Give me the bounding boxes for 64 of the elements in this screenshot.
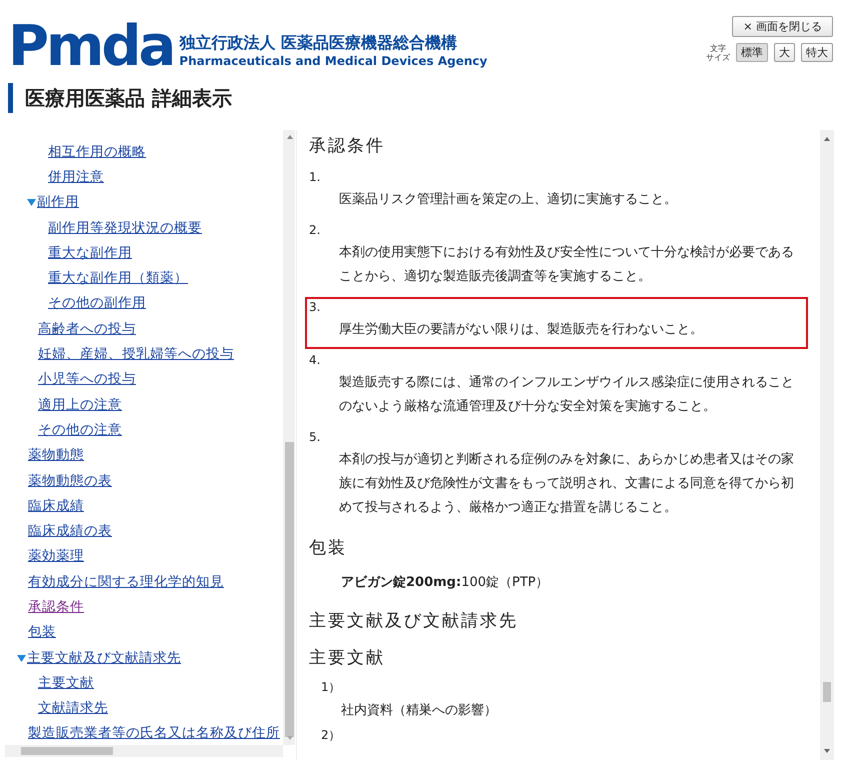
nav-link[interactable]: その他の副作用 xyxy=(48,294,146,312)
condition-text: 厚生労働大臣の要請がない限りは、製造販売を行わないこと。 xyxy=(339,321,704,339)
scrollbar-thumb[interactable] xyxy=(21,747,113,755)
nav-link[interactable]: 妊婦、産婦、授乳婦等への投与 xyxy=(38,345,234,364)
section-heading: 包装 xyxy=(309,537,348,560)
close-screen-button[interactable]: × 画面を閉じる xyxy=(732,16,833,37)
agency-english-name: Pharmaceuticals and Medical Devices Agency xyxy=(179,54,488,68)
section-heading: 主要文献及び文献請求先 xyxy=(309,610,519,633)
condition-text: 本剤の投与が適切と判断される症例のみを対象に、あらかじめ患者又はその家族に有効性及び危険性が文書をもって説明され、文書による同意を得てから初めて投与されるよう、厳格かつ適正な措置を講じること。 xyxy=(339,451,795,517)
font-size-label: サイズ xyxy=(706,52,730,62)
condition-text: 本剤の使用実態下における有効性及び安全性について十分な検討が必要であることから、適切な製造販売後調査等を実施すること。 xyxy=(339,244,795,286)
title-accent-bar xyxy=(8,83,13,113)
nav-link[interactable]: 併用注意 xyxy=(48,168,104,186)
subsection-heading: 主要文献 xyxy=(309,647,386,670)
nav-link[interactable]: 主要文献 xyxy=(38,674,94,692)
packaging-text: アビガン錠200mg:100錠（PTP） xyxy=(341,574,550,591)
nav-link[interactable]: 薬物動態 xyxy=(28,446,84,464)
nav-link[interactable]: 小児等への投与 xyxy=(38,370,136,388)
nav-link[interactable]: 副作用等発現状況の概要 xyxy=(48,218,202,237)
nav-link[interactable]: 文献請求先 xyxy=(38,699,108,718)
nav-link[interactable]: 承認条件 xyxy=(28,598,84,616)
list-number: 1. xyxy=(309,170,322,186)
list-number: 3. xyxy=(309,300,322,316)
logo: Pmda xyxy=(8,18,174,76)
horizontal-scrollbar[interactable] xyxy=(5,745,283,757)
nav-link[interactable]: 薬効薬理 xyxy=(28,547,84,566)
scrollbar[interactable] xyxy=(283,130,295,745)
scrollbar-thumb[interactable] xyxy=(285,442,294,737)
nav-link[interactable]: 重大な副作用 xyxy=(48,244,132,262)
list-number: 1） xyxy=(321,679,342,696)
condition-text: 製造販売する際には、通常のインフルエンザウイルス感染症に使用されることのないよう厳格な流通管理及び十分な安全対策を実施すること。 xyxy=(339,374,795,416)
reference-text: 社内資料（精巣への影響） xyxy=(341,702,498,720)
nav-link[interactable]: 相互作用の概略 xyxy=(48,142,146,161)
scrollbar-thumb[interactable] xyxy=(823,682,831,702)
font-size-button[interactable]: 標準 xyxy=(736,43,768,62)
nav-link[interactable]: 有効成分に関する理化学的知見 xyxy=(28,572,224,591)
nav-link[interactable]: 製造販売業者等の氏名又は名称及び住所 xyxy=(28,724,280,742)
condition-text: 医薬品リスク管理計画を策定の上、適切に実施すること。 xyxy=(339,191,678,209)
nav-link[interactable]: 包装 xyxy=(28,623,56,642)
scroll-down-icon[interactable] xyxy=(823,748,831,754)
nav-link[interactable]: 主要文献及び文献請求先 xyxy=(27,648,181,667)
font-size-button[interactable]: 大 xyxy=(774,43,795,62)
expand-triangle-icon[interactable] xyxy=(16,652,27,663)
agency-name: 独立行政法人 医薬品医療機器総合機構 xyxy=(179,33,458,54)
section-heading: 承認条件 xyxy=(309,135,386,158)
nav-link[interactable]: 適用上の注意 xyxy=(38,396,122,414)
list-number: 2. xyxy=(309,223,322,239)
nav-link[interactable]: 臨床成績の表 xyxy=(28,522,112,540)
font-size-button[interactable]: 特大 xyxy=(801,43,833,62)
scroll-up-icon[interactable] xyxy=(823,136,831,142)
page-title: 医療用医薬品 詳細表示 xyxy=(25,84,232,112)
nav-link[interactable]: 重大な副作用（類薬） xyxy=(48,269,188,288)
nav-link[interactable]: 臨床成績 xyxy=(28,496,84,515)
list-number: 4. xyxy=(309,353,322,369)
list-number: 2） xyxy=(321,727,342,744)
nav-link[interactable]: 副作用 xyxy=(37,193,79,212)
nav-link[interactable]: 高齢者への投与 xyxy=(38,320,136,338)
font-size-label: 文字 xyxy=(710,44,726,52)
list-number: 5. xyxy=(309,430,322,446)
scrollbar[interactable] xyxy=(820,130,834,760)
nav-link[interactable]: 薬物動態の表 xyxy=(28,472,112,490)
scroll-up-icon[interactable] xyxy=(286,134,294,140)
expand-triangle-icon[interactable] xyxy=(26,197,37,208)
nav-link[interactable]: その他の注意 xyxy=(38,420,122,439)
